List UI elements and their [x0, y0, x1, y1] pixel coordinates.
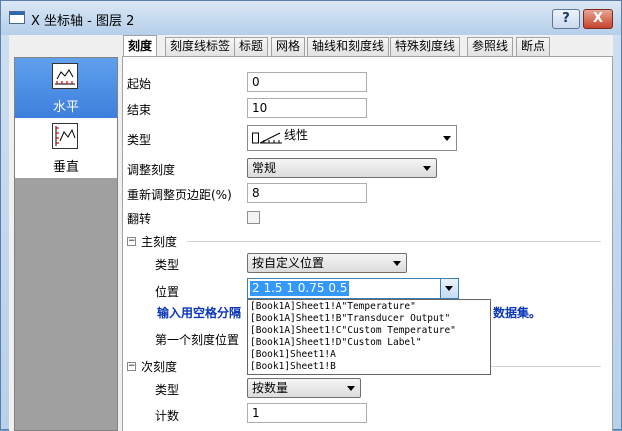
minor-type-value: 按数量: [252, 381, 289, 395]
window-app-icon[interactable]: [9, 11, 25, 24]
major-type-select[interactable]: 按自定义位置: [247, 253, 407, 273]
tab-panel-scale: 起始 0 结束 10 类型 线性 调整刻度 常规 重新调整页边距(%) 8 翻转…: [122, 56, 613, 431]
section-divider: [187, 241, 601, 242]
position-combo[interactable]: 2 1.5 1 0.75 0.5: [247, 278, 459, 299]
minor-ticks-heading: 次刻度: [141, 360, 178, 374]
minor-type-label: 类型: [155, 383, 180, 397]
start-input[interactable]: 0: [247, 72, 367, 92]
position-input[interactable]: 2 1.5 1 0.75 0.5: [250, 281, 350, 296]
dropdown-option[interactable]: [Book1A]Sheet1!C"Custom Temperature": [248, 325, 490, 337]
chevron-down-icon: [347, 386, 355, 391]
dialog-body: 水平 垂直 刻度 刻度线标签 标题 网格 轴线和刻度线 特殊刻度线 参照线 断点…: [9, 35, 613, 431]
rescale-select[interactable]: 常规: [247, 158, 437, 178]
dialog-window: X 坐标轴 - 图层 2 ? X 水平 垂直 刻度 刻度线标签 标题 网格 轴线…: [0, 0, 622, 431]
chevron-down-icon: [445, 286, 453, 291]
position-label: 位置: [155, 285, 180, 299]
chevron-down-icon: [423, 166, 431, 171]
end-input[interactable]: 10: [247, 98, 367, 118]
reverse-checkbox[interactable]: [247, 211, 260, 224]
count-input[interactable]: 1: [247, 403, 367, 423]
tab-strip: 刻度 刻度线标签 标题 网格 轴线和刻度线 特殊刻度线 参照线 断点: [123, 35, 553, 57]
tab-special-ticks[interactable]: 特殊刻度线: [390, 37, 461, 56]
chevron-down-icon: [443, 136, 451, 141]
tab-scale[interactable]: 刻度: [123, 35, 158, 57]
tab-reference-lines[interactable]: 参照线: [467, 37, 514, 56]
axis-item-label: 水平: [52, 100, 79, 115]
rescale-margin-label: 重新调整页边距(%): [127, 188, 232, 202]
major-ticks-collapse-toggle[interactable]: −: [127, 237, 136, 246]
dropdown-option[interactable]: [Book1A]Sheet1!A"Temperature": [248, 301, 490, 313]
rescale-margin-input[interactable]: 8: [247, 183, 367, 203]
linear-scale-icon: [252, 131, 284, 145]
start-label: 起始: [127, 77, 152, 91]
minor-ticks-collapse-toggle[interactable]: −: [127, 362, 136, 371]
type-label: 类型: [127, 133, 152, 147]
chevron-down-icon: [393, 261, 401, 266]
dropdown-option[interactable]: [Book1A]Sheet1!D"Custom Label": [248, 337, 490, 349]
dropdown-option[interactable]: [Book1]Sheet1!A: [248, 349, 490, 361]
axis-item-label: 垂直: [52, 160, 79, 175]
hint-text-left: 输入用空格分隔: [157, 306, 242, 320]
tab-title[interactable]: 标题: [234, 37, 269, 56]
close-button[interactable]: X: [583, 9, 613, 29]
tab-line-and-ticks[interactable]: 轴线和刻度线: [307, 37, 390, 56]
position-dropdown-list: [Book1A]Sheet1!A"Temperature" [Book1A]Sh…: [247, 299, 491, 375]
position-dropdown-button[interactable]: [440, 279, 458, 298]
hint-text-right: 数据集。: [493, 306, 542, 320]
major-type-label: 类型: [155, 258, 180, 272]
first-tick-label: 第一个刻度位置: [155, 333, 240, 347]
end-label: 结束: [127, 103, 152, 117]
tab-grids[interactable]: 网格: [271, 37, 306, 56]
rescale-value: 常规: [252, 161, 277, 175]
dropdown-option[interactable]: [Book1A]Sheet1!B"Transducer Output": [248, 313, 490, 325]
scale-type-value: 线性: [284, 128, 309, 142]
tab-breaks[interactable]: 断点: [516, 37, 551, 56]
tab-tick-labels[interactable]: 刻度线标签: [165, 37, 236, 56]
minor-type-select[interactable]: 按数量: [247, 378, 361, 398]
window-title: X 坐标轴 - 图层 2: [31, 14, 135, 29]
rescale-label: 调整刻度: [127, 163, 176, 177]
major-type-value: 按自定义位置: [252, 256, 325, 270]
help-button[interactable]: ?: [552, 9, 580, 29]
reverse-label: 翻转: [127, 212, 152, 226]
axis-item-vertical[interactable]: 垂直: [15, 118, 117, 178]
dropdown-option[interactable]: [Book1]Sheet1!B: [248, 361, 490, 373]
major-ticks-heading: 主刻度: [141, 235, 178, 249]
scale-type-combo[interactable]: 线性: [247, 125, 457, 151]
title-bar: X 坐标轴 - 图层 2 ? X: [1, 1, 621, 35]
count-label: 计数: [155, 409, 180, 423]
horizontal-axis-icon: [52, 63, 78, 89]
axis-list: 水平 垂直: [14, 57, 118, 431]
section-divider: [491, 366, 601, 367]
vertical-axis-icon: [52, 123, 78, 149]
axis-item-horizontal[interactable]: 水平: [15, 58, 117, 118]
